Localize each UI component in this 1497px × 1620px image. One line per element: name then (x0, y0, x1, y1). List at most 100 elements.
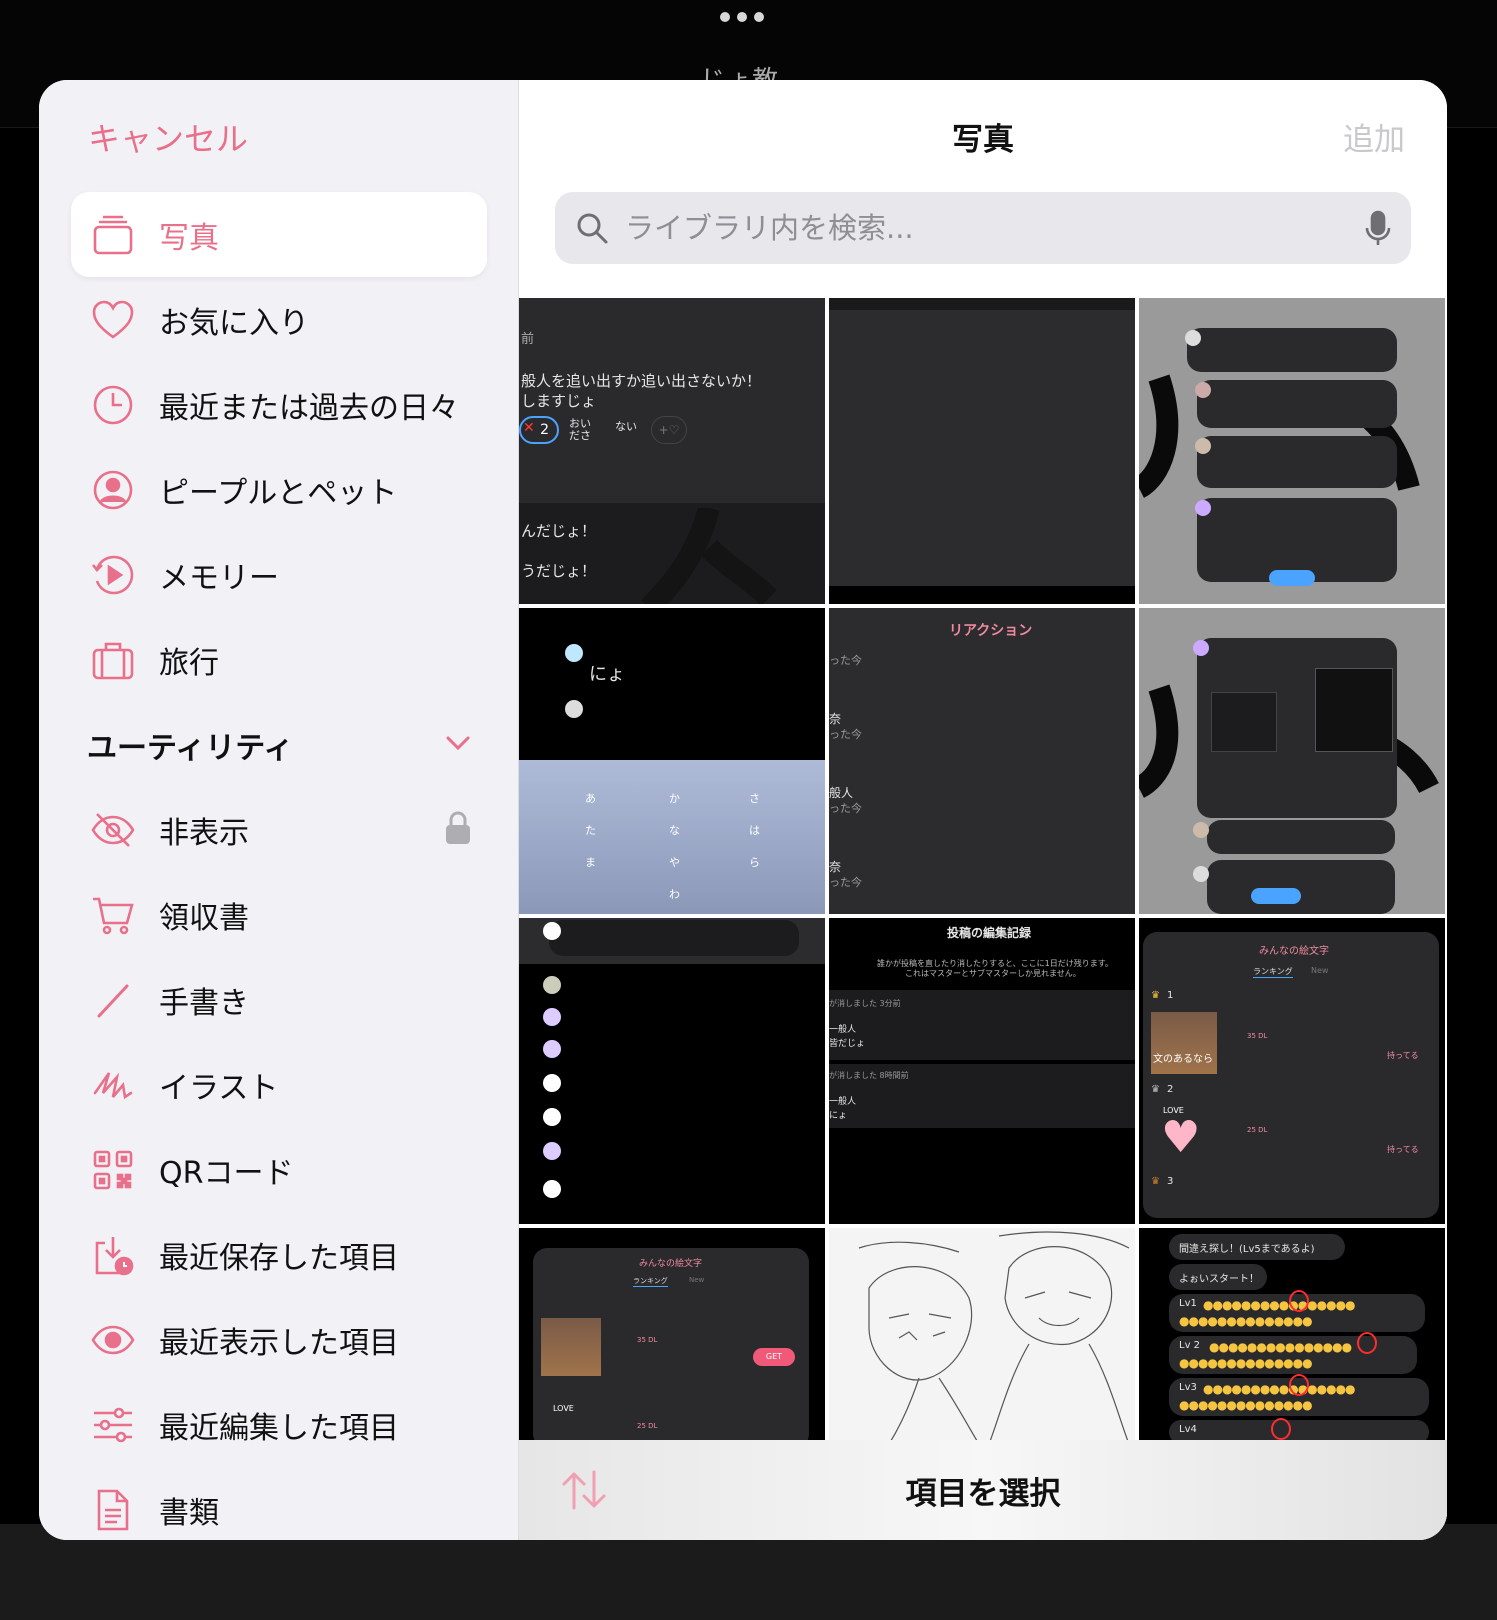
sidebar-item-memories[interactable]: メモリー (71, 532, 487, 617)
bottom-toolbar: 項目を選択 (519, 1440, 1447, 1540)
person-circle-icon (89, 466, 137, 514)
photo-thumbnail[interactable] (1139, 298, 1445, 604)
sidebar-item-label: 領収書 (159, 900, 249, 936)
get-button[interactable]: GET (753, 1348, 795, 1366)
sidebar-item-label: お気に入り (159, 305, 309, 341)
photo-thumbnail[interactable]: にょ あ か さ た な は ま や ら わ (519, 608, 825, 914)
thumb-text: 般人を追い出すか追い出さないか！ (521, 372, 762, 390)
photo-thumbnail[interactable] (829, 1228, 1135, 1444)
sidebar-nav: 写真 お気に入り 最近または過去の日々 ピープルとペット メモリー 旅行 ユーテ… (71, 192, 487, 1540)
thumb-text: 2 (1167, 1084, 1174, 1095)
thumb-text: 25 DL (637, 1422, 658, 1430)
photo-thumbnail[interactable] (519, 918, 825, 1224)
photo-thumbnail[interactable] (1139, 608, 1445, 914)
sort-arrows-icon[interactable] (561, 1470, 607, 1514)
utilities-section-header[interactable]: ユーティリティ (71, 702, 487, 787)
heart-emoji-image: ♥ (1161, 1112, 1201, 1163)
thumb-text: LOVE (553, 1404, 574, 1413)
thumb-text: 間違え探し！(Lv5まであるよ) (1179, 1244, 1315, 1255)
sidebar-item-qr-codes[interactable]: QRコード (71, 1127, 487, 1212)
sidebar-item-photos[interactable]: 写真 (71, 192, 487, 277)
sidebar-item-recently-viewed[interactable]: 最近表示した項目 (71, 1297, 487, 1382)
crown-icon: ♛ (1151, 990, 1160, 1001)
sidebar-item-receipts[interactable]: 領収書 (71, 872, 487, 957)
sidebar-item-trips[interactable]: 旅行 (71, 617, 487, 702)
sidebar-item-recent-days[interactable]: 最近または過去の日々 (71, 362, 487, 447)
thumb-text: った今 (829, 728, 862, 741)
document-icon (89, 1486, 137, 1534)
sliders-icon (89, 1401, 137, 1449)
photo-picker-sheet: キャンセル 写真 お気に入り 最近または過去の日々 ピープルとペット メモリー … (39, 80, 1447, 1540)
sidebar-item-label: イラスト (159, 1070, 279, 1106)
thumb-text: ない (615, 420, 637, 433)
emoji-row: ●●●●●●●●●●●●●●●● (1203, 1298, 1356, 1312)
thumb-text: Lv4 (1179, 1424, 1197, 1435)
lock-icon (445, 811, 471, 849)
sidebar-item-people[interactable]: ピープルとペット (71, 447, 487, 532)
brush-stroke-graphic (641, 508, 777, 604)
sidebar-item-recently-saved[interactable]: 最近保存した項目 (71, 1212, 487, 1297)
emoji-image (541, 1318, 601, 1376)
emoji-row: ●●●●●●●●●●●●●●●● (1203, 1382, 1356, 1396)
search-input[interactable] (625, 211, 1365, 245)
sidebar-item-label: 旅行 (159, 645, 219, 681)
photo-thumbnail[interactable]: 投稿の編集記録 誰かが投稿を直したり消したりすると、ここに1日だけ残ります。 こ… (829, 918, 1135, 1224)
photo-thumbnail[interactable]: 間違え探し！(Lv5まであるよ) よぉいスタート！ Lv1 ●●●●●●●●●●… (1139, 1228, 1445, 1444)
cancel-button[interactable]: キャンセル (88, 114, 248, 160)
thumb-text: 持ってる (1387, 1145, 1419, 1154)
eye-icon (89, 1316, 137, 1364)
more-dots-icon[interactable] (720, 12, 764, 22)
thumb-text: リアクション (949, 623, 1033, 639)
thumb-text: 奈 (829, 712, 842, 726)
sidebar-item-label: メモリー (159, 560, 279, 596)
thumb-text: Lv1 (1179, 1298, 1197, 1309)
photo-grid: 前 般人を追い出すか追い出さないか！ しますじょ ✕ 2 おい ださ ない +♡ … (519, 298, 1447, 1534)
thumb-text: 3 (1167, 1176, 1174, 1187)
thumb-text: 持ってる (1387, 1051, 1419, 1060)
sidebar-item-label: 最近編集した項目 (159, 1410, 399, 1446)
thumb-text: 一般人 (829, 1025, 857, 1035)
microphone-icon[interactable] (1365, 210, 1391, 246)
sketch-drawing (858, 1231, 1130, 1444)
thumb-text: New (1311, 966, 1329, 975)
sidebar-item-label: 最近保存した項目 (159, 1240, 399, 1276)
thumb-text: 前 (521, 332, 535, 347)
sidebar-item-favorites[interactable]: お気に入り (71, 277, 487, 362)
vote-badge: ✕ 2 (519, 416, 559, 444)
sidebar-item-recently-edited[interactable]: 最近編集した項目 (71, 1382, 487, 1467)
emoji-row: ●●●●●●●●●●●●●●● (1209, 1340, 1352, 1354)
thumb-text: 35 DL (1247, 1032, 1268, 1040)
photo-library-pane: 写真 追加 前 般人を追い出すか追い出さないか！ しますじょ ✕2 おい ださ … (519, 80, 1447, 1540)
sidebar-item-illustrations[interactable]: イラスト (71, 1042, 487, 1127)
photo-thumbnail[interactable]: 前 般人を追い出すか追い出さないか！ しますじょ ✕ 2 おい ださ ない +♡ … (519, 298, 825, 604)
sidebar-item-label: 写真 (159, 220, 219, 256)
photo-thumbnail[interactable]: リアクション った今 奈 った今 般人 った今 奈 った今 (829, 608, 1135, 914)
photo-thumbnail[interactable] (829, 298, 1135, 604)
emoji-row: ●●●●●●●●●●●●●● (1179, 1314, 1313, 1328)
photo-thumbnail[interactable]: みんなの絵文字 ランキング New ♛ 1 文のあるなら 35 DL 持ってる … (1139, 918, 1445, 1224)
thumb-text: おい ださ (569, 417, 591, 442)
thumb-text: うだじょ！ (521, 562, 597, 580)
search-icon (577, 213, 608, 244)
photo-thumbnail[interactable]: みんなの絵文字 ランキング New 35 DL GET LOVE 25 DL (519, 1228, 825, 1444)
thumb-text: った今 (829, 654, 862, 667)
thumb-text: ランキング (633, 1277, 668, 1287)
thumb-text: これはマスターとサブマスターしか見れません。 (905, 969, 1081, 978)
search-bar[interactable] (555, 192, 1411, 264)
thumb-text: New (689, 1276, 705, 1284)
sidebar-item-label: ピープルとペット (159, 475, 398, 511)
thumb-text: った今 (829, 876, 862, 889)
sidebar-item-documents[interactable]: 書類 (71, 1467, 487, 1540)
sidebar-item-label: 書類 (159, 1495, 219, 1531)
crown-icon: ♛ (1151, 1084, 1160, 1095)
thumb-text: しますじょ (521, 392, 597, 410)
sidebar-item-handwriting[interactable]: 手書き (71, 957, 487, 1042)
add-button[interactable]: 追加 (1343, 114, 1405, 159)
thumb-text: 皆だじょ (829, 1039, 866, 1049)
select-items-button[interactable]: 項目を選択 (906, 1468, 1061, 1513)
chevron-down-icon[interactable] (445, 734, 471, 756)
red-circle-mark (1289, 1374, 1309, 1396)
qr-code-icon (89, 1146, 137, 1194)
thumb-text: みんなの絵文字 (1259, 946, 1329, 957)
sidebar-item-hidden[interactable]: 非表示 (71, 787, 487, 872)
